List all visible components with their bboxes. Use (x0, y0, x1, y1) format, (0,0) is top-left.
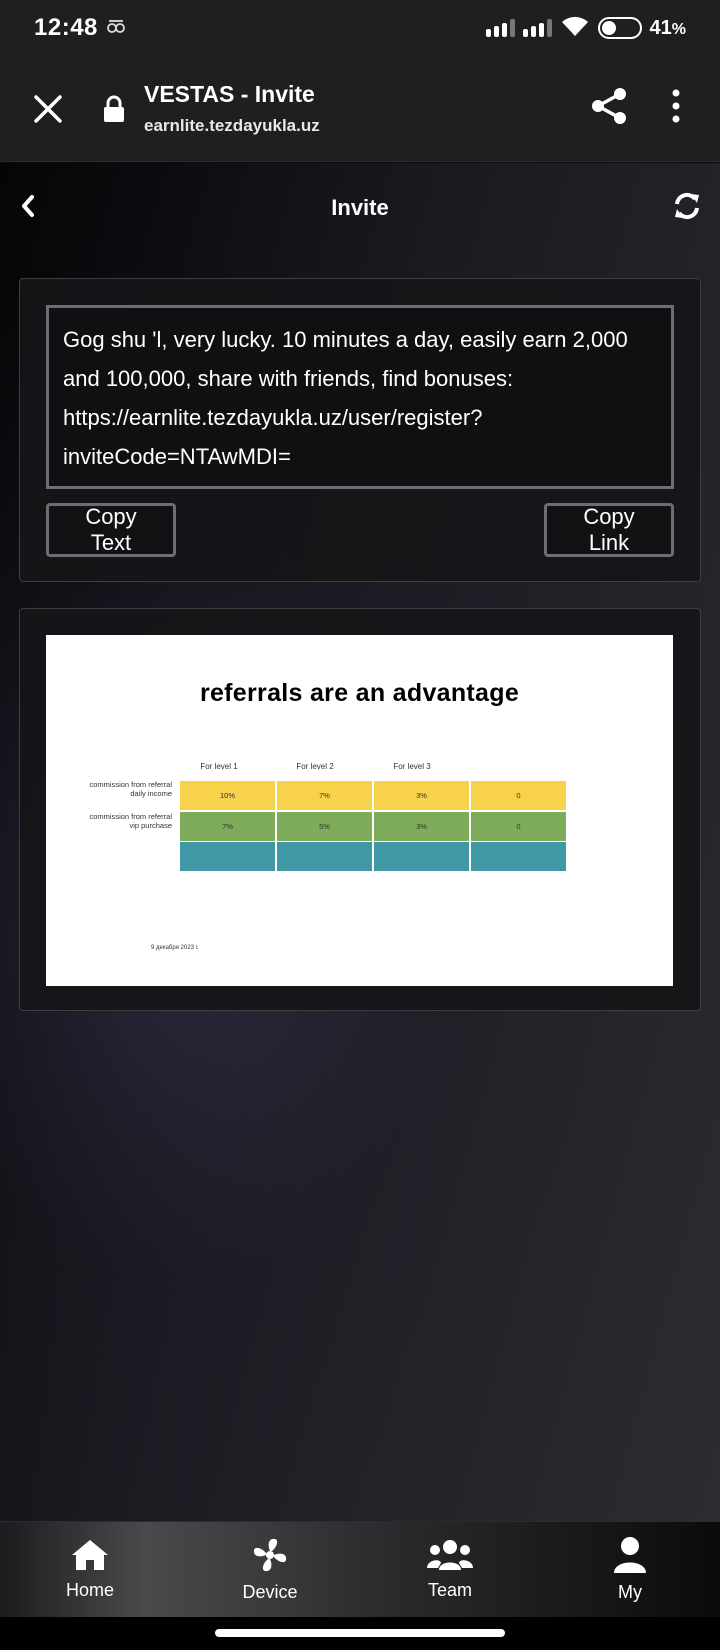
lock-icon[interactable] (88, 95, 140, 123)
nav-label: Home (65, 1580, 114, 1600)
refresh-icon (675, 192, 699, 220)
invite-card: Gog shu 'l, very lucky. 10 minutes a day… (19, 278, 701, 582)
promo-image: referrals are an advantage For level 1 F… (46, 635, 673, 986)
notification-icon (106, 18, 126, 39)
share-icon (592, 88, 626, 124)
browser-url[interactable]: earnlite.tezdayukla.uz (144, 116, 320, 136)
share-button[interactable] (590, 87, 628, 130)
table-cell: 7% (180, 812, 275, 841)
signal-icon (522, 19, 552, 37)
status-time: 12:48 (34, 14, 98, 41)
wifi-icon (560, 15, 590, 42)
table-cell: 0 (471, 781, 566, 810)
table-cell (277, 842, 372, 871)
level-header: For level 2 (296, 762, 334, 771)
row-label: commission from referral vip purchase (89, 812, 172, 830)
more-vert-icon (672, 89, 680, 123)
table-cell (180, 842, 275, 871)
user-icon (614, 1537, 646, 1573)
browser-page-title: VESTAS - Invite (144, 81, 315, 107)
table-cell: 10% (180, 781, 275, 810)
close-button[interactable] (0, 94, 96, 124)
home-icon (72, 1540, 108, 1570)
gesture-area (0, 1617, 720, 1650)
status-bar: 12:48 41% (0, 0, 720, 56)
battery-percent: 41% (649, 16, 686, 39)
copy-text-button[interactable]: Copy Text (46, 503, 176, 557)
home-gesture-bar[interactable] (215, 1629, 505, 1637)
row-label: commission from referral daily income (89, 780, 172, 798)
nav-label: My (618, 1582, 642, 1602)
fan-icon (253, 1538, 287, 1572)
nav-label: Team (427, 1580, 472, 1600)
browser-toolbar: VESTAS - Invite earnlite.tezdayukla.uz (0, 56, 720, 162)
chevron-left-icon (22, 195, 34, 217)
table-cell: 5% (277, 812, 372, 841)
table-cell: 0 (471, 812, 566, 841)
level-header: For level 3 (393, 762, 431, 771)
nav-item-team[interactable]: Team (360, 1522, 540, 1617)
page-content: Invite Gog shu 'l, very lucky. 10 minute… (0, 163, 720, 1521)
signal-icon (485, 19, 515, 37)
promo-card: referrals are an advantage For level 1 F… (19, 608, 701, 1011)
table-cell: 3% (374, 812, 469, 841)
refresh-button[interactable] (672, 191, 702, 226)
table-cell (374, 842, 469, 871)
bottom-nav: Home Device Team My (0, 1521, 720, 1617)
copy-link-button[interactable]: Copy Link (544, 503, 674, 557)
browser-actions (590, 87, 720, 130)
invite-message-box[interactable]: Gog shu 'l, very lucky. 10 minutes a day… (46, 305, 674, 489)
nav-label: Device (242, 1582, 298, 1602)
promo-title: referrals are an advantage (199, 679, 520, 707)
browser-title-block: VESTAS - Invite earnlite.tezdayukla.uz (144, 81, 320, 136)
page-title: Invite (331, 195, 389, 220)
more-options-button[interactable] (672, 89, 680, 128)
nav-item-device[interactable]: Device (180, 1522, 360, 1617)
table-cell (471, 842, 566, 871)
back-button[interactable] (18, 191, 38, 226)
nav-item-home[interactable]: Home (0, 1522, 180, 1617)
table-cell: 3% (374, 781, 469, 810)
battery-icon (597, 17, 642, 39)
page-header: Invite (0, 163, 720, 253)
table-cell: 7% (277, 781, 372, 810)
promo-date: 9 декабря 2023 г. (151, 945, 199, 951)
close-icon (34, 94, 62, 123)
team-icon (427, 1540, 473, 1570)
nav-item-my[interactable]: My (540, 1522, 720, 1617)
status-indicators: 41% (485, 15, 686, 42)
level-header: For level 1 (200, 762, 238, 771)
